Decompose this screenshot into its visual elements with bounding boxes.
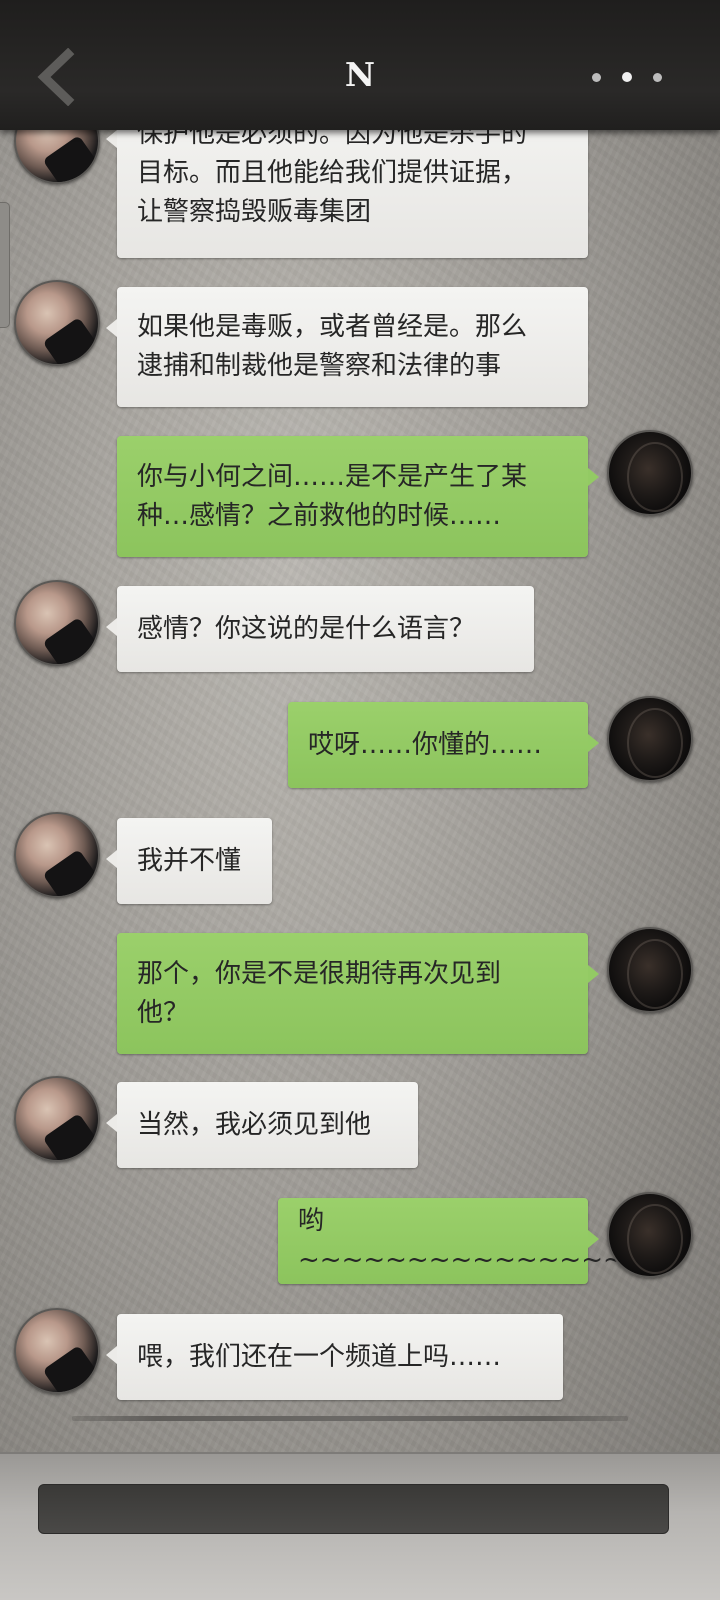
conversation-divider bbox=[72, 1416, 628, 1421]
my-avatar[interactable] bbox=[607, 927, 693, 1013]
contact-avatar[interactable] bbox=[14, 1308, 100, 1394]
more-options-button[interactable] bbox=[592, 66, 662, 88]
message-text: 感情？你这说的是什么语言？ bbox=[137, 613, 476, 644]
contact-avatar[interactable] bbox=[14, 580, 100, 666]
message-text: 我并不懂 bbox=[137, 845, 242, 876]
more-dots-icon bbox=[622, 72, 632, 82]
message-bubble-incoming[interactable]: 当然，我必须见到他 bbox=[106, 1082, 418, 1168]
message-bubble-incoming[interactable]: 我并不懂 bbox=[106, 818, 272, 904]
contact-avatar[interactable] bbox=[14, 1076, 100, 1162]
contact-avatar[interactable] bbox=[14, 812, 100, 898]
message-text: 如果他是毒贩，或者曾经是。那么 逮捕和制裁他是警察和法律的事 bbox=[137, 312, 528, 381]
more-dots-icon bbox=[592, 72, 601, 82]
message-text: 那个，你是不是很期待再次见到 他？ bbox=[137, 958, 502, 1028]
message-bubble-incoming[interactable]: 感情？你这说的是什么语言？ bbox=[106, 586, 534, 672]
message-bubble-incoming[interactable]: 如果他是毒贩，或者曾经是。那么 逮捕和制裁他是警察和法律的事 bbox=[106, 287, 588, 407]
message-text: 哎呀……你懂的…… bbox=[308, 729, 543, 760]
message-bubble-outgoing[interactable]: 哟~~~~~~~~~~~~~~~ bbox=[278, 1198, 625, 1284]
message-bubble-outgoing[interactable]: 你与小何之间……是不是产生了某 种…感情？之前救他的时候…… bbox=[117, 436, 599, 557]
more-dots-icon bbox=[653, 72, 662, 82]
message-text: 哟~~~~~~~~~~~~~~~ bbox=[298, 1206, 625, 1275]
scroll-handle[interactable] bbox=[0, 202, 10, 328]
message-bubble-outgoing[interactable]: 那个，你是不是很期待再次见到 他？ bbox=[117, 933, 599, 1054]
message-text: 你与小何之间……是不是产生了某 种…感情？之前救他的时候…… bbox=[137, 461, 528, 531]
contact-avatar[interactable] bbox=[14, 280, 100, 366]
message-text: 喂，我们还在一个频道上吗…… bbox=[137, 1341, 502, 1372]
message-text: 当然，我必须见到他 bbox=[137, 1109, 372, 1140]
my-avatar[interactable] bbox=[607, 1192, 693, 1278]
message-bubble-incoming[interactable]: 喂，我们还在一个频道上吗…… bbox=[106, 1314, 563, 1400]
my-avatar[interactable] bbox=[607, 430, 693, 516]
message-bubble-outgoing[interactable]: 哎呀……你懂的…… bbox=[288, 702, 599, 788]
message-text: 保护他是必须的。因为他是杀手的 目标。而且他能给我们提供证据， 让警察捣毁贩毒集… bbox=[137, 119, 528, 227]
message-input[interactable] bbox=[38, 1484, 669, 1534]
my-avatar[interactable] bbox=[607, 696, 693, 782]
top-navigation-bar: N bbox=[0, 0, 720, 130]
message-input-bar bbox=[0, 1452, 720, 1600]
